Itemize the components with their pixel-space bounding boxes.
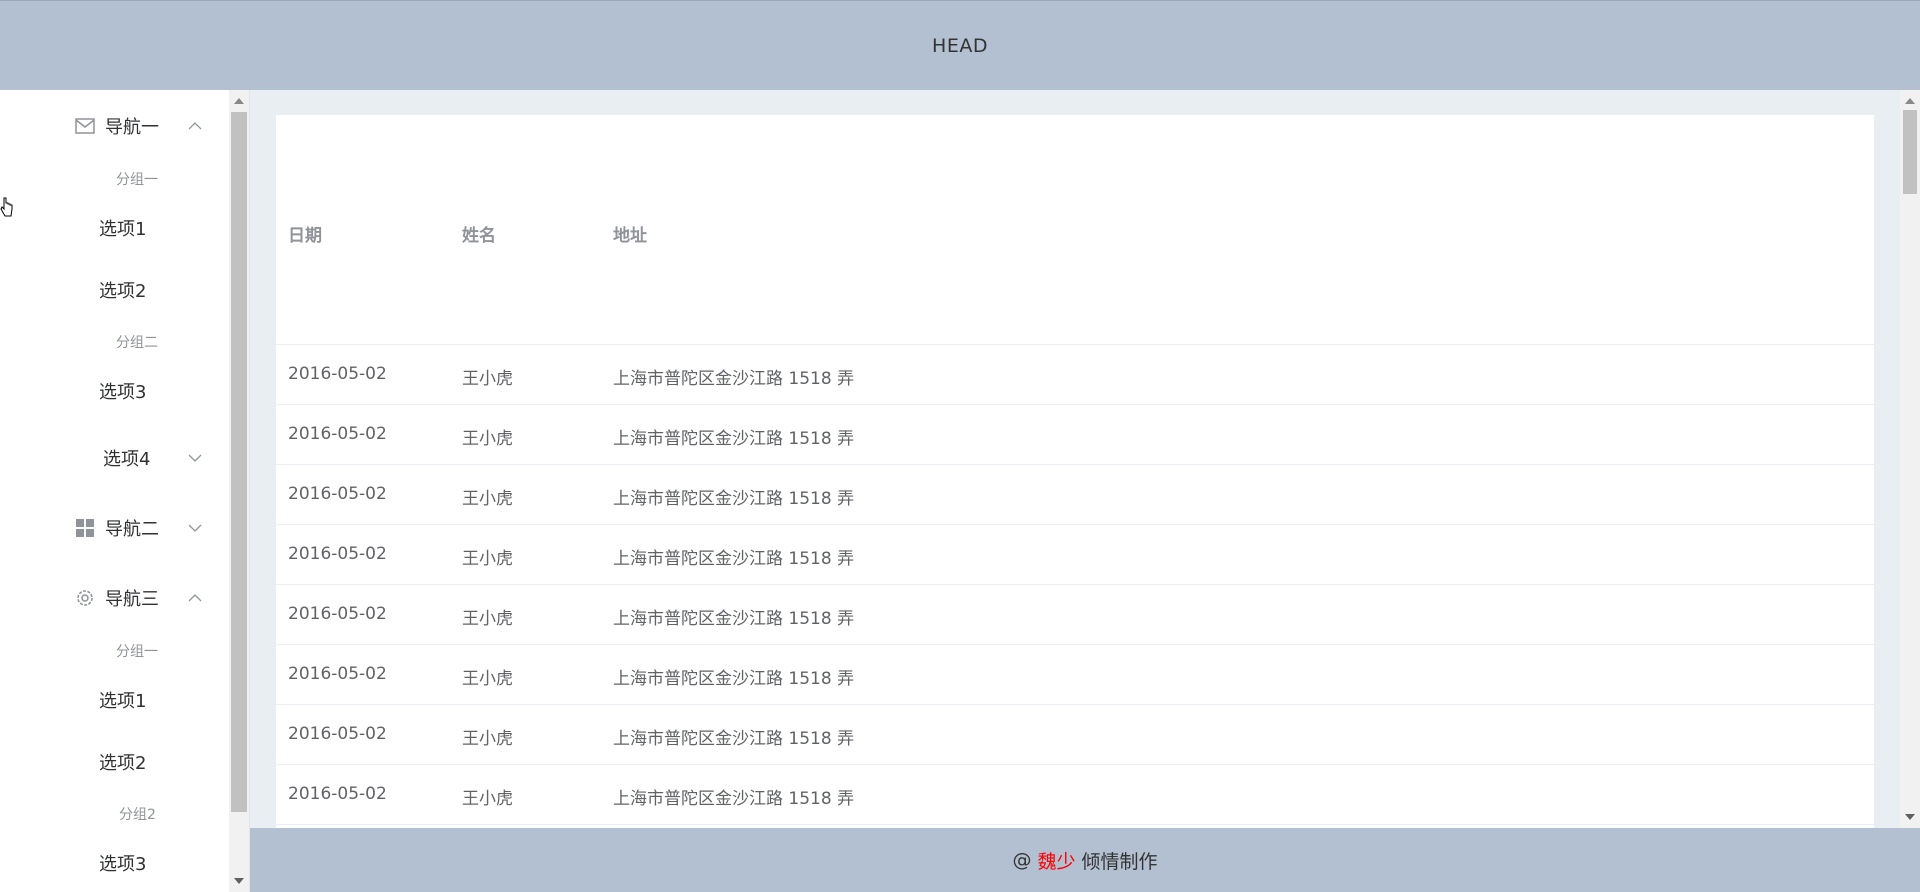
cell-date: 2016-05-02 xyxy=(288,604,387,624)
table-row[interactable]: 2016-05-02 王小虎 上海市普陀区金沙江路 1518 弄 xyxy=(276,345,1874,405)
table-row[interactable]: 2016-05-02 王小虎 上海市普陀区金沙江路 1518 弄 xyxy=(276,765,1874,825)
cell-name: 王小虎 xyxy=(462,429,513,449)
menu-nav3-option2[interactable]: 选项2 xyxy=(0,737,230,787)
table-row[interactable]: 2016-05-02 王小虎 上海市普陀区金沙江路 1518 弄 xyxy=(276,585,1874,645)
cell-date: 2016-05-02 xyxy=(288,544,387,564)
menu-nav3-option2-label: 选项2 xyxy=(99,753,147,774)
cell-address: 上海市普陀区金沙江路 1518 弄 xyxy=(613,369,855,389)
column-header-date[interactable]: 日期 xyxy=(288,221,322,246)
chevron-down-icon xyxy=(188,521,202,535)
menu-nav1-option2-label: 选项2 xyxy=(99,281,147,302)
header-title: HEAD xyxy=(932,34,988,57)
cell-date: 2016-05-02 xyxy=(288,364,387,384)
chevron-up-icon xyxy=(188,119,202,133)
table-row[interactable]: 2016-05-02 王小虎 上海市普陀区金沙江路 1518 弄 xyxy=(276,645,1874,705)
cell-date: 2016-05-02 xyxy=(288,484,387,504)
cell-address: 上海市普陀区金沙江路 1518 弄 xyxy=(613,729,855,749)
table-header-row: 日期 姓名 地址 xyxy=(276,115,1874,345)
menu-nav2-label: 导航二 xyxy=(105,519,159,540)
cell-address: 上海市普陀区金沙江路 1518 弄 xyxy=(613,489,855,509)
footer-author: 魏少 xyxy=(1037,850,1076,873)
table-row[interactable]: 2016-05-02 王小虎 上海市普陀区金沙江路 1518 弄 xyxy=(276,405,1874,465)
footer-prefix: @ xyxy=(1012,849,1032,871)
chevron-down-icon xyxy=(188,451,202,465)
menu-nav2[interactable]: 导航二 xyxy=(0,500,230,556)
cell-address: 上海市普陀区金沙江路 1518 弄 xyxy=(613,789,855,809)
cell-address: 上海市普陀区金沙江路 1518 弄 xyxy=(613,429,855,449)
sidebar-scroll-thumb[interactable] xyxy=(231,112,247,812)
cell-name: 王小虎 xyxy=(462,489,513,509)
grid-icon xyxy=(74,517,96,539)
data-table: 日期 姓名 地址 2016-05-02 王小虎 上海市普陀区金沙江路 1518 弄2… xyxy=(276,115,1874,828)
footer-suffix: 倾情制作 xyxy=(1081,850,1158,873)
cell-date: 2016-05-02 xyxy=(288,664,387,684)
cell-name: 王小虎 xyxy=(462,729,513,749)
menu-nav3-option1[interactable]: 选项1 xyxy=(0,675,230,725)
cell-address: 上海市普陀区金沙江路 1518 弄 xyxy=(613,669,855,689)
sidebar: 导航一 分组一 选项1 选项2 分组二 选项3 选项4 导航二 导航三 分组一 … xyxy=(0,90,250,892)
cell-date: 2016-05-02 xyxy=(288,784,387,804)
mail-icon xyxy=(74,115,96,137)
table-row[interactable]: 2016-05-02 王小虎 上海市普陀区金沙江路 1518 弄 xyxy=(276,525,1874,585)
menu-nav1-option3[interactable]: 选项3 xyxy=(0,366,230,416)
main-scrollbar[interactable] xyxy=(1900,90,1920,828)
cell-name: 王小虎 xyxy=(462,669,513,689)
hand-cursor-icon xyxy=(0,196,14,220)
page-footer: @ 魏少 倾情制作 xyxy=(250,828,1920,892)
cell-date: 2016-05-02 xyxy=(288,724,387,744)
gear-icon xyxy=(74,587,96,609)
scroll-down-arrow-icon[interactable] xyxy=(234,878,244,884)
table-row[interactable]: 2016-05-02 王小虎 上海市普陀区金沙江路 1518 弄 xyxy=(276,705,1874,765)
scroll-up-arrow-icon[interactable] xyxy=(1905,98,1915,104)
menu-nav1-option1[interactable]: 选项1 xyxy=(0,203,230,253)
cell-address: 上海市普陀区金沙江路 1518 弄 xyxy=(613,549,855,569)
main-scroll-thumb[interactable] xyxy=(1903,110,1917,194)
menu-nav1-option3-label: 选项3 xyxy=(99,382,147,403)
sidebar-scrollbar[interactable] xyxy=(229,90,249,892)
menu-nav3-option3-label: 选项3 xyxy=(99,854,147,875)
menu-nav3[interactable]: 导航三 xyxy=(0,570,230,626)
chevron-up-icon xyxy=(188,591,202,605)
menu-nav1-label: 导航一 xyxy=(105,117,159,138)
cell-name: 王小虎 xyxy=(462,369,513,389)
column-header-address[interactable]: 地址 xyxy=(613,221,647,246)
cell-name: 王小虎 xyxy=(462,789,513,809)
menu-nav1-option4-label: 选项4 xyxy=(103,449,151,470)
menu-nav1-option2[interactable]: 选项2 xyxy=(0,265,230,315)
menu-nav1-option4[interactable]: 选项4 xyxy=(0,430,230,486)
scroll-down-arrow-icon[interactable] xyxy=(1905,814,1915,820)
menu-nav3-label: 导航三 xyxy=(105,589,159,610)
table-row[interactable]: 2016-05-02 王小虎 上海市普陀区金沙江路 1518 弄 xyxy=(276,465,1874,525)
column-header-name[interactable]: 姓名 xyxy=(462,221,496,246)
scroll-up-arrow-icon[interactable] xyxy=(234,98,244,104)
menu-nav3-option1-label: 选项1 xyxy=(99,691,147,712)
cell-date: 2016-05-02 xyxy=(288,424,387,444)
cell-name: 王小虎 xyxy=(462,609,513,629)
menu-nav3-option3[interactable]: 选项3 xyxy=(0,838,230,888)
cell-address: 上海市普陀区金沙江路 1518 弄 xyxy=(613,609,855,629)
menu-nav1[interactable]: 导航一 xyxy=(0,98,230,154)
cell-name: 王小虎 xyxy=(462,549,513,569)
menu-nav1-option1-label: 选项1 xyxy=(99,219,147,240)
page-header: HEAD xyxy=(0,0,1920,90)
